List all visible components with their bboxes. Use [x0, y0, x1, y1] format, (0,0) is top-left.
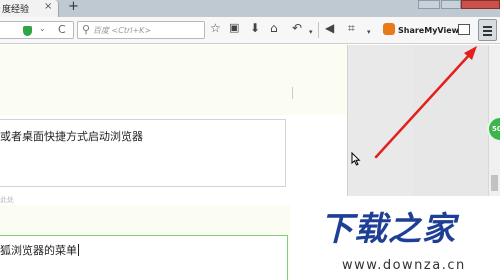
watermark-title: 下载之家	[320, 209, 456, 248]
watermark-url: www.downza.cn	[342, 258, 466, 273]
watermark: 下载之家 www.downza.cn	[290, 196, 500, 280]
